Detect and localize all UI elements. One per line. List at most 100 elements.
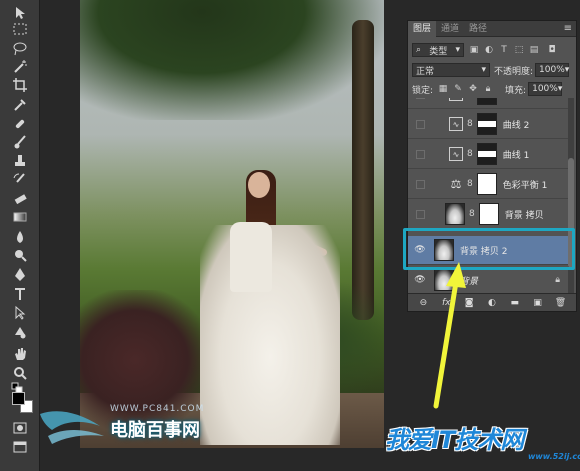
curves-adjustment-icon: ∿ (449, 117, 463, 131)
pen-tool-icon[interactable] (11, 266, 29, 284)
blend-row: 正常 ▾ 不透明度: 100% ▾ (408, 60, 576, 80)
crop-tool-icon[interactable] (11, 76, 29, 94)
tab-channels[interactable]: 通道 (436, 21, 464, 37)
watermark-title-right: 我爱IT技术网 (385, 426, 524, 454)
link-icon: 8 (467, 98, 473, 99)
layer-row-color-balance-1[interactable]: ⚖ 8 色彩平衡 1 (408, 170, 568, 199)
photo-dress-bodice (230, 222, 272, 292)
watermark-url-right: www.52ij.com (528, 452, 580, 461)
layer-mask-thumbnail[interactable] (476, 173, 497, 195)
filter-search-icon: ⌕ (416, 45, 422, 55)
layer-row-curves-1[interactable]: ∿ 8 曲线 1 (408, 140, 568, 169)
eyedropper-tool-icon[interactable] (11, 96, 29, 114)
magic-wand-tool-icon[interactable] (11, 58, 29, 76)
eraser-tool-icon[interactable] (11, 190, 29, 208)
lock-label: 锁定: (412, 85, 434, 96)
clone-stamp-tool-icon[interactable] (11, 152, 29, 170)
layer-row-background-copy[interactable]: 8 背景 拷贝 (408, 200, 568, 229)
link-icon: 8 (467, 149, 473, 159)
layer-mask-thumbnail[interactable] (476, 143, 497, 165)
opacity-field[interactable]: 100% ▾ (535, 63, 569, 77)
quick-mask-icon[interactable] (11, 419, 29, 437)
link-icon: 8 (467, 119, 473, 129)
opacity-label: 不透明度: (494, 66, 534, 77)
tools-panel (0, 0, 40, 471)
layer-row-curves-2[interactable]: ∿ 8 曲线 2 (408, 110, 568, 139)
lock-pixels-icon[interactable]: ✎ (453, 84, 463, 94)
tab-layers[interactable]: 图层 (408, 20, 437, 37)
filter-toggle-icon[interactable]: ◘ (547, 45, 557, 55)
layer-name: 色彩平衡 1 (502, 180, 548, 191)
layer-mask-thumbnail[interactable] (476, 113, 497, 135)
type-tool-icon[interactable] (11, 285, 29, 303)
lock-all-icon[interactable]: 🔒︎ (483, 84, 493, 94)
foreground-color-swatch[interactable] (12, 392, 25, 405)
fill-field[interactable]: 100% ▾ (528, 82, 562, 96)
link-layers-icon[interactable]: ⊖ (416, 298, 430, 308)
gradient-tool-icon[interactable] (11, 208, 29, 226)
chevron-down-icon: ▾ (557, 84, 563, 94)
dodge-tool-icon[interactable] (11, 246, 29, 264)
layer-mask-thumbnail[interactable] (478, 203, 499, 225)
filter-pixel-icon[interactable]: ▣ (469, 45, 479, 55)
curves-adjustment-icon: ∿ (449, 98, 463, 101)
new-layer-icon[interactable]: ▣ (531, 298, 545, 308)
watermark-title-left: 电脑百事网 (110, 420, 200, 441)
lock-row: 锁定: ▦ ✎ ✥ 🔒︎ 填充: 100% ▾ (408, 79, 576, 99)
layer-name: 背景 拷贝 (504, 210, 544, 221)
panel-menu-icon[interactable]: ≡ (564, 23, 572, 34)
photo-tree-canopy (80, 0, 384, 120)
layer-mask-thumbnail[interactable] (476, 98, 497, 105)
tab-paths[interactable]: 路径 (464, 21, 492, 37)
photo-tree-trunk (352, 20, 374, 320)
new-adjustment-icon[interactable]: ◐ (485, 298, 499, 308)
canvas-photo[interactable] (80, 0, 384, 448)
chevron-down-icon: ▾ (455, 45, 460, 55)
marquee-tool-icon[interactable] (11, 20, 29, 38)
filter-row: ⌕ 类型 ▾ ▣ ◐ T ⬚ ▤ ◘ (408, 40, 576, 60)
filter-kind-select[interactable]: ⌕ 类型 ▾ (412, 43, 464, 57)
photo-bride-head (248, 172, 270, 198)
eye-icon[interactable]: 👁︎ (414, 274, 426, 286)
lock-position-icon[interactable]: ✥ (468, 84, 478, 94)
history-brush-tool-icon[interactable] (11, 171, 29, 189)
lasso-tool-icon[interactable] (11, 40, 29, 58)
fill-label: 填充: (505, 85, 527, 96)
watermark-url-left: WWW.PC841.COM (110, 404, 205, 414)
chevron-down-icon: ▾ (481, 65, 486, 75)
path-selection-tool-icon[interactable] (11, 304, 29, 322)
brush-tool-icon[interactable] (11, 133, 29, 151)
screen-mode-icon[interactable] (11, 438, 29, 456)
filter-shape-icon[interactable]: ⬚ (514, 45, 524, 55)
pc841-logo-icon (40, 411, 104, 444)
layer-row-partial[interactable]: ∿ 8 (408, 98, 568, 109)
hand-tool-icon[interactable] (11, 345, 29, 363)
visibility-toggle[interactable] (416, 209, 425, 219)
panel-tabs: 图层 通道 路径 ≡ (408, 20, 576, 37)
blend-mode-select[interactable]: 正常 ▾ (412, 63, 490, 77)
curves-adjustment-icon: ∿ (449, 147, 463, 161)
delete-layer-icon[interactable]: 🗑︎ (553, 298, 567, 308)
layer-thumbnail[interactable] (445, 203, 465, 225)
layer-name: 曲线 1 (502, 150, 530, 161)
selected-layer-highlight (403, 228, 575, 270)
chevron-down-icon: ▾ (564, 65, 570, 75)
lock-transparent-icon[interactable]: ▦ (438, 84, 448, 94)
healing-brush-tool-icon[interactable] (11, 115, 29, 133)
shape-tool-icon[interactable] (11, 323, 29, 341)
balance-scale-icon: ⚖ (450, 177, 462, 191)
visibility-toggle[interactable] (416, 149, 425, 159)
new-group-icon[interactable]: ▬ (508, 298, 522, 308)
visibility-toggle[interactable] (416, 119, 425, 129)
link-icon: 8 (467, 179, 473, 189)
arrow-annotation-icon (433, 262, 466, 409)
visibility-toggle[interactable] (416, 179, 425, 189)
layer-name: 曲线 2 (502, 120, 530, 131)
blur-tool-icon[interactable] (11, 228, 29, 246)
filter-smart-object-icon[interactable]: ▤ (529, 45, 539, 55)
visibility-toggle[interactable] (416, 98, 425, 99)
filter-adjustment-icon[interactable]: ◐ (484, 45, 494, 55)
filter-type-icon[interactable]: T (499, 45, 509, 55)
lock-icon: 🔒︎ (555, 275, 560, 285)
link-icon: 8 (469, 209, 475, 219)
